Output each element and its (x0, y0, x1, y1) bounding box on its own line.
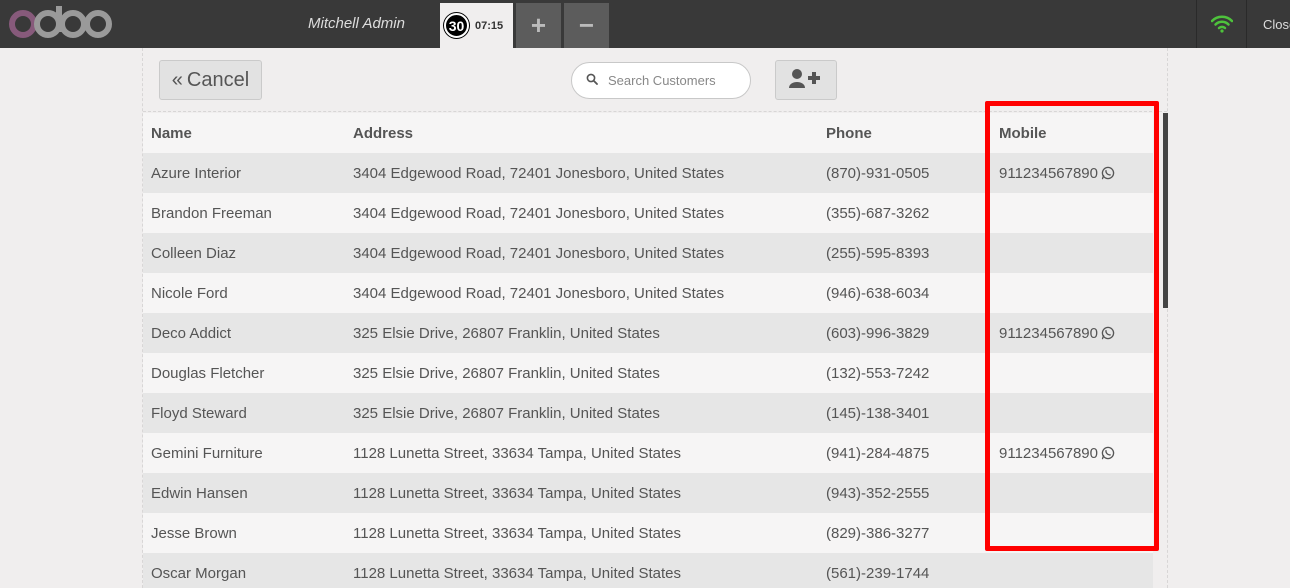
customer-mobile-cell: 911234567890 (991, 165, 1153, 182)
cancel-label: Cancel (186, 68, 250, 91)
customer-name: Colleen Diaz (151, 244, 237, 262)
table-row[interactable]: Edwin Hansen 1128 Lunetta Street, 33634 T… (143, 473, 1153, 513)
add-order-button[interactable]: + (516, 3, 561, 48)
table-row[interactable]: Brandon Freeman 3404 Edgewood Road, 72401… (143, 193, 1153, 233)
table-row[interactable]: Gemini Furniture 1128 Lunetta Street, 336… (143, 433, 1153, 473)
customer-phone: (603)-996-3829 (826, 324, 930, 342)
search-customers-input[interactable] (608, 73, 738, 88)
table-row[interactable]: Nicole Ford 3404 Edgewood Road, 72401 Jon… (143, 273, 1153, 313)
customer-name: Edwin Hansen (151, 484, 248, 502)
customer-phone: (870)-931-0505 (826, 164, 930, 182)
table-header-row: Name Address Phone Mobile (143, 113, 1153, 153)
customer-name: Deco Addict (151, 324, 232, 342)
customer-phone: (255)-595-8393 (826, 244, 930, 262)
customer-address: 1128 Lunetta Street, 33634 Tampa, United… (353, 524, 682, 542)
table-row[interactable]: Colleen Diaz 3404 Edgewood Road, 72401 Jo… (143, 233, 1153, 273)
customer-name: Oscar Morgan (151, 564, 247, 582)
customer-phone: (946)-638-6034 (826, 284, 930, 302)
search-icon (586, 72, 598, 90)
customer-phone: (941)-284-4875 (826, 444, 930, 462)
customer-phone: (943)-352-2555 (826, 484, 930, 502)
customer-address: 325 Elsie Drive, 26807 Franklin, United … (353, 364, 660, 382)
customer-mobile: 911234567890 (999, 324, 1098, 342)
table-row[interactable]: Floyd Steward 325 Elsie Drive, 26807 Fran… (143, 393, 1153, 433)
customer-list-header: « Cancel (143, 48, 1167, 112)
customer-phone: (829)-386-3277 (826, 524, 930, 542)
customer-phone: (132)-553-7242 (826, 364, 930, 382)
customer-name: Jesse Brown (151, 524, 237, 542)
customer-address: 325 Elsie Drive, 26807 Franklin, United … (353, 324, 660, 342)
table-row[interactable]: Azure Interior 3404 Edgewood Road, 72401 … (143, 153, 1153, 193)
column-header-mobile: Mobile (999, 124, 1047, 142)
customer-name: Azure Interior (151, 164, 242, 182)
customer-name: Floyd Steward (151, 404, 247, 422)
wifi-icon[interactable] (1196, 0, 1246, 48)
customer-address: 3404 Edgewood Road, 72401 Jonesboro, Uni… (353, 244, 725, 262)
customer-address: 1128 Lunetta Street, 33634 Tampa, United… (353, 444, 682, 462)
customer-mobile-cell: 911234567890 (991, 325, 1153, 342)
table-row[interactable]: Oscar Morgan 1128 Lunetta Street, 33634 T… (143, 553, 1153, 588)
add-customer-button[interactable] (775, 60, 837, 100)
order-time: 07:15 (475, 19, 504, 32)
table-row[interactable]: Deco Addict 325 Elsie Drive, 26807 Frankl… (143, 313, 1153, 353)
cancel-button[interactable]: « Cancel (159, 60, 262, 100)
customer-address: 1128 Lunetta Street, 33634 Tampa, United… (353, 484, 682, 502)
pos-topbar: Mitchell Admin 30 07:15 + − Close (0, 0, 1290, 48)
cashier-name[interactable]: Mitchell Admin (308, 15, 405, 32)
customer-address: 3404 Edgewood Road, 72401 Jonesboro, Uni… (353, 204, 725, 222)
close-button[interactable]: Close (1246, 0, 1290, 48)
table-row[interactable]: Jesse Brown 1128 Lunetta Street, 33634 Ta… (143, 513, 1153, 553)
customer-name: Gemini Furniture (151, 444, 263, 462)
table-row[interactable]: Douglas Fletcher 325 Elsie Drive, 26807 F… (143, 353, 1153, 393)
customer-phone: (561)-239-1744 (826, 564, 930, 582)
customer-phone: (145)-138-3401 (826, 404, 930, 422)
double-chevron-left-icon: « (171, 68, 183, 91)
scrollbar[interactable] (1163, 113, 1168, 308)
add-user-icon (789, 68, 823, 93)
customer-name: Brandon Freeman (151, 204, 272, 222)
order-tab-active[interactable]: 30 07:15 (440, 3, 513, 48)
customer-phone: (355)-687-3262 (826, 204, 930, 222)
customer-mobile: 911234567890 (999, 164, 1098, 182)
whatsapp-icon[interactable] (1101, 446, 1115, 460)
customer-address: 3404 Edgewood Road, 72401 Jonesboro, Uni… (353, 284, 725, 302)
column-header-address: Address (353, 124, 414, 142)
customer-mobile-cell: 911234567890 (991, 445, 1153, 462)
customer-address: 325 Elsie Drive, 26807 Franklin, United … (353, 404, 660, 422)
customer-name: Douglas Fletcher (151, 364, 265, 382)
customer-address: 3404 Edgewood Road, 72401 Jonesboro, Uni… (353, 164, 725, 182)
customer-address: 1128 Lunetta Street, 33634 Tampa, United… (353, 564, 682, 582)
customer-name: Nicole Ford (151, 284, 228, 302)
customer-list-screen: « Cancel Name (142, 48, 1168, 588)
order-number: 30 (444, 13, 469, 38)
customer-table: Name Address Phone Mobile Azure Interior… (143, 113, 1153, 588)
search-customers-box[interactable] (571, 62, 751, 99)
column-header-name: Name (151, 124, 192, 142)
whatsapp-icon[interactable] (1101, 166, 1115, 180)
whatsapp-icon[interactable] (1101, 326, 1115, 340)
odoo-logo (6, 2, 118, 42)
column-header-phone: Phone (826, 124, 872, 142)
delete-order-button[interactable]: − (564, 3, 609, 48)
customer-mobile: 911234567890 (999, 444, 1098, 462)
